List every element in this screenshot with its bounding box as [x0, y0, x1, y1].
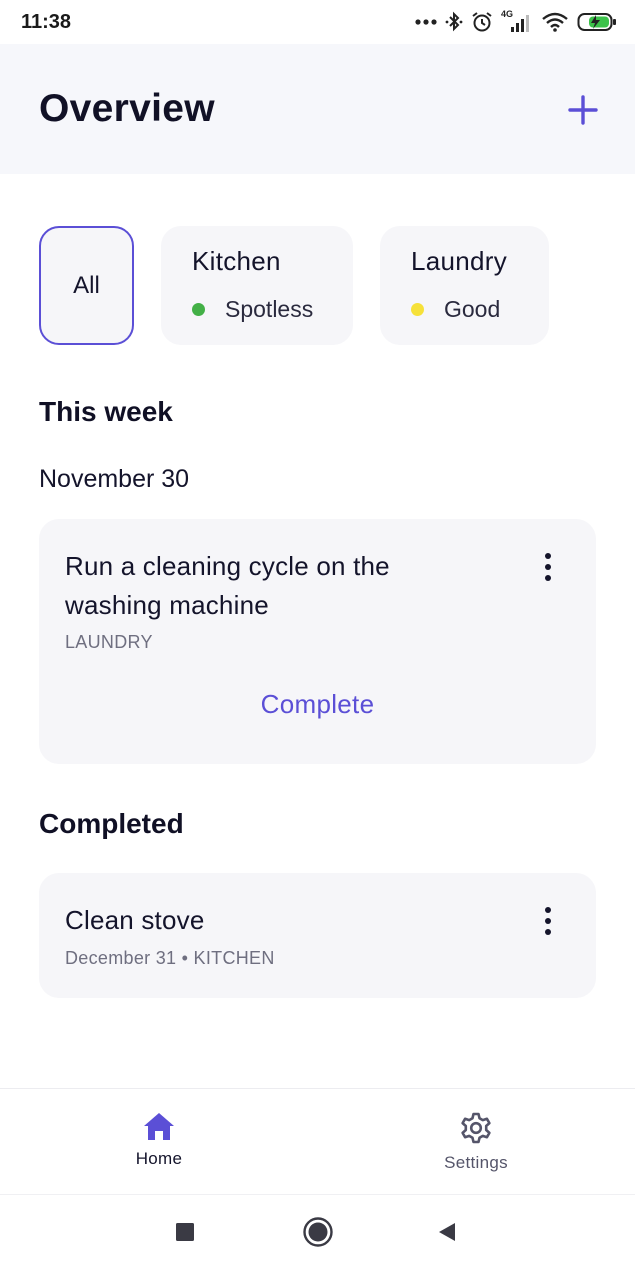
complete-button[interactable]: Complete [39, 689, 596, 720]
room-status: Spotless [192, 296, 313, 323]
task-room: LAUNDRY [65, 632, 153, 652]
nav-item-home[interactable]: Home [99, 1111, 219, 1169]
task-title: Run a cleaning cycle on the washing mach… [65, 551, 390, 620]
status-dot-icon [411, 303, 424, 316]
status-bar: 11:38 4G [0, 0, 635, 44]
system-nav-bar [0, 1194, 635, 1270]
status-icons: 4G [415, 9, 617, 34]
nav-item-settings[interactable]: Settings [416, 1111, 536, 1173]
signal-4g-icon: 4G [501, 9, 533, 33]
circle-icon [303, 1217, 333, 1247]
back-triangle-icon [439, 1223, 455, 1241]
nav-label: Settings [444, 1153, 508, 1172]
room-name: Kitchen [192, 246, 281, 276]
gear-icon [461, 1112, 491, 1144]
add-task-button[interactable] [562, 89, 604, 131]
task-card[interactable]: Run a cleaning cycle on the washing mach… [39, 519, 596, 764]
task-more-button[interactable] [536, 901, 560, 941]
status-time: 11:38 [21, 11, 72, 33]
task-meta: December 31 • KITCHEN [65, 948, 275, 968]
square-icon [176, 1223, 194, 1241]
section-title-this-week: This week [39, 396, 173, 427]
filter-chip-label: All [73, 271, 100, 299]
date-heading: November 30 [39, 465, 190, 493]
home-icon [144, 1113, 174, 1140]
task-more-button[interactable] [536, 547, 560, 587]
more-vertical-icon [545, 907, 551, 913]
room-status-label: Spotless [225, 296, 314, 322]
filter-chip-kitchen[interactable]: Kitchen Spotless [161, 226, 353, 345]
bottom-nav: Home Settings [0, 1088, 635, 1194]
page-title: Overview [39, 87, 215, 130]
battery-charging-icon [577, 13, 616, 31]
status-dot-icon [192, 303, 205, 316]
completed-task-card[interactable]: Clean stove December 31 • KITCHEN [39, 873, 596, 998]
task-title: Clean stove [65, 905, 205, 935]
app-header: Overview [0, 44, 635, 174]
more-vertical-icon [545, 553, 551, 559]
filter-chip-all[interactable]: All [39, 226, 134, 345]
room-name: Laundry [411, 246, 508, 276]
more-dots-icon [415, 19, 437, 25]
filter-chip-laundry[interactable]: Laundry Good [380, 226, 549, 345]
plus-icon [568, 95, 598, 125]
room-status: Good [411, 296, 500, 323]
recent-apps-button[interactable] [168, 1215, 202, 1249]
nav-label: Home [135, 1149, 183, 1168]
bluetooth-icon [445, 11, 463, 32]
back-button[interactable] [430, 1215, 464, 1249]
alarm-icon [472, 12, 492, 32]
wifi-icon [542, 12, 568, 32]
section-title-completed: Completed [39, 808, 184, 839]
room-status-label: Good [444, 296, 501, 322]
home-system-button[interactable] [301, 1215, 335, 1249]
